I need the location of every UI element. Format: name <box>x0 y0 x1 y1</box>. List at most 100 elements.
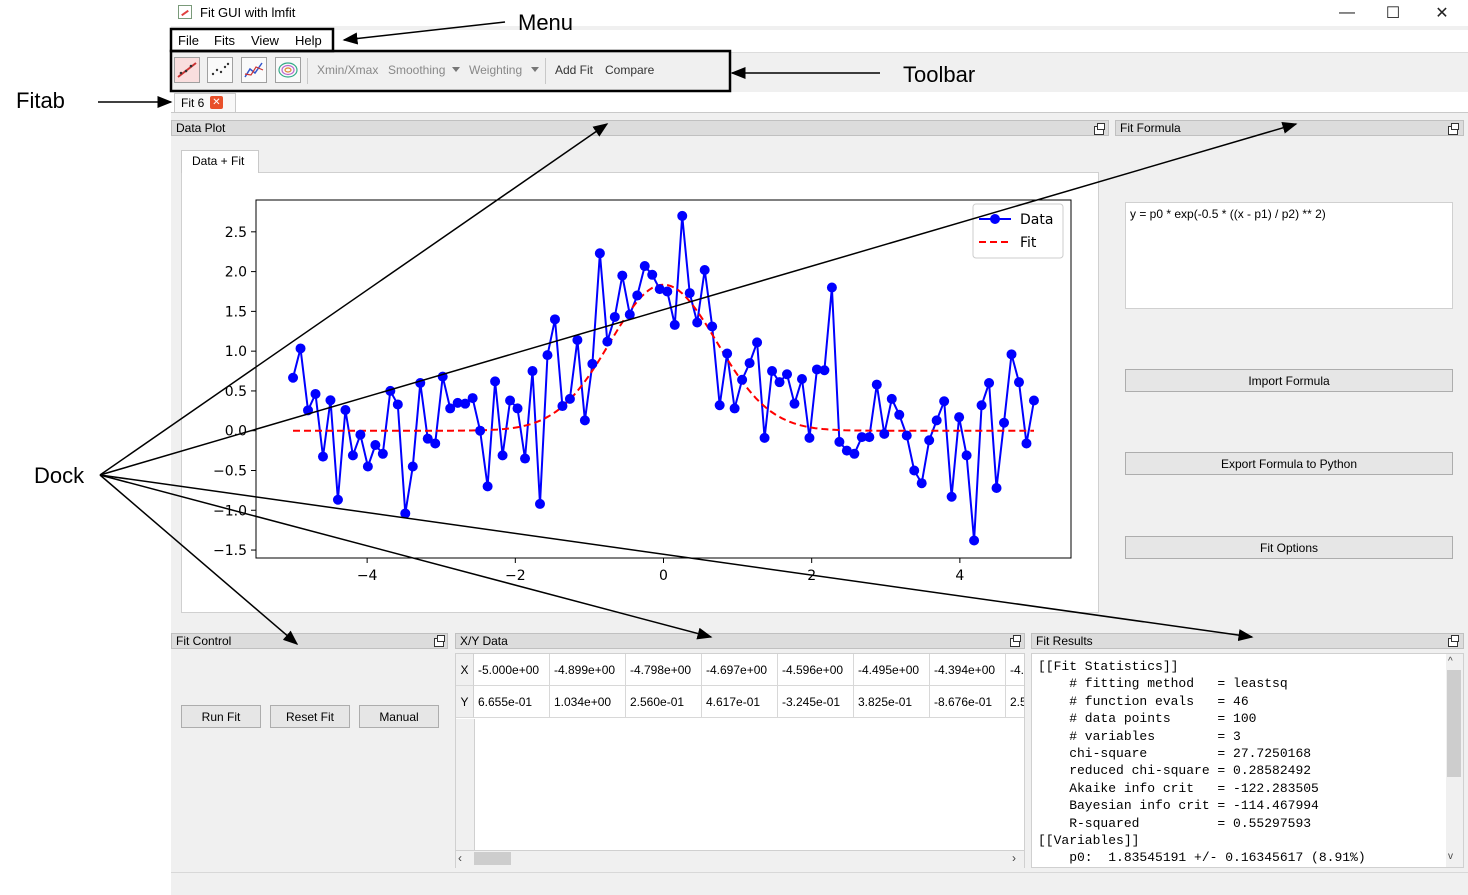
import-formula-button[interactable]: Import Formula <box>1125 369 1453 392</box>
float-dock-icon[interactable] <box>1448 123 1459 135</box>
scroll-down-icon[interactable]: v <box>1448 851 1453 862</box>
table-row-header[interactable]: X <box>456 654 474 686</box>
fit-tab-bar <box>171 92 1468 113</box>
close-button[interactable]: ✕ <box>1419 0 1465 26</box>
horizontal-scrollbar[interactable] <box>456 850 1024 868</box>
line-plot-icon[interactable] <box>241 57 267 83</box>
data-point <box>609 311 620 322</box>
table-cell[interactable]: -5.000e+00 <box>474 654 550 686</box>
data-point <box>1028 395 1039 406</box>
table-cell[interactable]: -3.245e-01 <box>778 686 854 718</box>
annotation-dock: Dock <box>34 463 85 488</box>
data-point <box>594 248 605 259</box>
scroll-left-icon[interactable]: ‹ <box>458 851 462 865</box>
float-dock-icon[interactable] <box>1094 123 1105 135</box>
data-point <box>961 450 972 461</box>
fit-results-line: [[Fit Statistics]] <box>1038 659 1179 674</box>
data-point <box>317 451 328 462</box>
status-bar <box>171 872 1468 895</box>
data-point <box>392 399 403 410</box>
float-dock-icon[interactable] <box>1448 635 1459 647</box>
data-point <box>692 317 703 328</box>
data-point <box>767 366 778 377</box>
data-point <box>969 535 980 546</box>
x-axis: −4 −2 0 2 4 <box>357 558 964 584</box>
y-tick-label: 0.0 <box>225 424 247 440</box>
minimize-button[interactable]: — <box>1324 0 1370 26</box>
data-point <box>617 270 628 281</box>
table-cell[interactable]: 2.560e-01 <box>626 686 702 718</box>
data-point <box>677 210 688 221</box>
table-cell[interactable]: -4.596e+00 <box>778 654 854 686</box>
fit-line-icon[interactable] <box>174 57 200 83</box>
data-point <box>647 269 658 280</box>
data-point <box>1013 377 1024 388</box>
y-tick-label: 0.5 <box>225 384 247 400</box>
fit-results-panel[interactable]: [[Fit Statistics]] # fitting method = le… <box>1031 653 1464 868</box>
y-tick-label: −1.0 <box>213 503 247 519</box>
table-cell[interactable]: 3.825e-01 <box>854 686 930 718</box>
table-cell[interactable]: -4.697e+00 <box>702 654 778 686</box>
menu-file[interactable]: File <box>178 33 199 48</box>
chevron-down-icon[interactable] <box>452 67 460 72</box>
maximize-button[interactable]: ☐ <box>1370 0 1416 26</box>
run-fit-button[interactable]: Run Fit <box>181 705 261 728</box>
compare-button[interactable]: Compare <box>605 63 654 77</box>
menu-fits[interactable]: Fits <box>214 33 235 48</box>
scroll-up-icon[interactable]: ^ <box>1448 656 1453 667</box>
manual-button[interactable]: Manual <box>359 705 439 728</box>
data-point <box>976 400 987 411</box>
data-point <box>520 453 531 464</box>
table-cell[interactable]: 4.617e-01 <box>702 686 778 718</box>
data-point <box>534 498 545 509</box>
export-formula-button[interactable]: Export Formula to Python <box>1125 452 1453 475</box>
table-cell[interactable]: -4.798e+00 <box>626 654 702 686</box>
table-cell[interactable]: -8.676e-01 <box>930 686 1006 718</box>
fit-results-line: # function evals = 46 <box>1038 693 1249 709</box>
smoothing-dropdown[interactable]: Smoothing <box>388 63 445 77</box>
data-point <box>669 319 680 330</box>
data-point <box>557 401 568 412</box>
data-point <box>871 379 882 390</box>
scatter-icon[interactable] <box>207 57 233 83</box>
scrollbar-thumb[interactable] <box>1447 670 1461 777</box>
data-point <box>295 343 306 354</box>
reset-fit-button[interactable]: Reset Fit <box>270 705 350 728</box>
data-point <box>564 393 575 404</box>
table-cell[interactable]: 6.655e-01 <box>474 686 550 718</box>
fit-results-dock-title[interactable] <box>1031 633 1464 649</box>
table-cell[interactable]: -4.394e+00 <box>930 654 1006 686</box>
table-cell[interactable]: 2.5 <box>1006 686 1024 718</box>
data-point <box>587 358 598 369</box>
chevron-down-icon[interactable] <box>531 67 539 72</box>
menu-view[interactable]: View <box>251 33 279 48</box>
data-point <box>385 385 396 396</box>
scroll-right-icon[interactable]: › <box>1012 851 1016 865</box>
fit-options-button[interactable]: Fit Options <box>1125 536 1453 559</box>
contour-icon[interactable] <box>275 57 301 83</box>
data-plot-dock-title[interactable] <box>171 120 1109 136</box>
data-point <box>549 314 560 325</box>
float-dock-icon[interactable] <box>434 635 445 647</box>
data-point <box>699 265 710 276</box>
menu-bar <box>171 30 1468 52</box>
weighting-dropdown[interactable]: Weighting <box>469 63 522 77</box>
table-cell[interactable]: -4.2 <box>1006 654 1024 686</box>
data-point <box>303 405 314 416</box>
float-dock-icon[interactable] <box>1010 635 1021 647</box>
table-row-header[interactable]: Y <box>456 686 474 718</box>
table-cell[interactable]: 1.034e+00 <box>550 686 626 718</box>
table-cell[interactable]: -4.495e+00 <box>854 654 930 686</box>
add-fit-button[interactable]: Add Fit <box>555 63 593 77</box>
menu-help[interactable]: Help <box>295 33 322 48</box>
table-cell[interactable]: -4.899e+00 <box>550 654 626 686</box>
xrange-button[interactable]: Xmin/Xmax <box>317 63 378 77</box>
close-tab-icon[interactable]: ✕ <box>210 96 223 109</box>
scrollbar-thumb[interactable] <box>474 852 511 865</box>
x-tick-label: −4 <box>357 568 378 584</box>
data-point <box>804 432 815 443</box>
xy-data-dock-title[interactable] <box>455 633 1025 649</box>
data-point <box>362 461 373 472</box>
y-axis: −1.5 −1.0 −0.5 0.0 0.5 1.0 1.5 2.0 2.5 <box>213 225 256 559</box>
y-tick-label: 1.5 <box>225 304 247 320</box>
